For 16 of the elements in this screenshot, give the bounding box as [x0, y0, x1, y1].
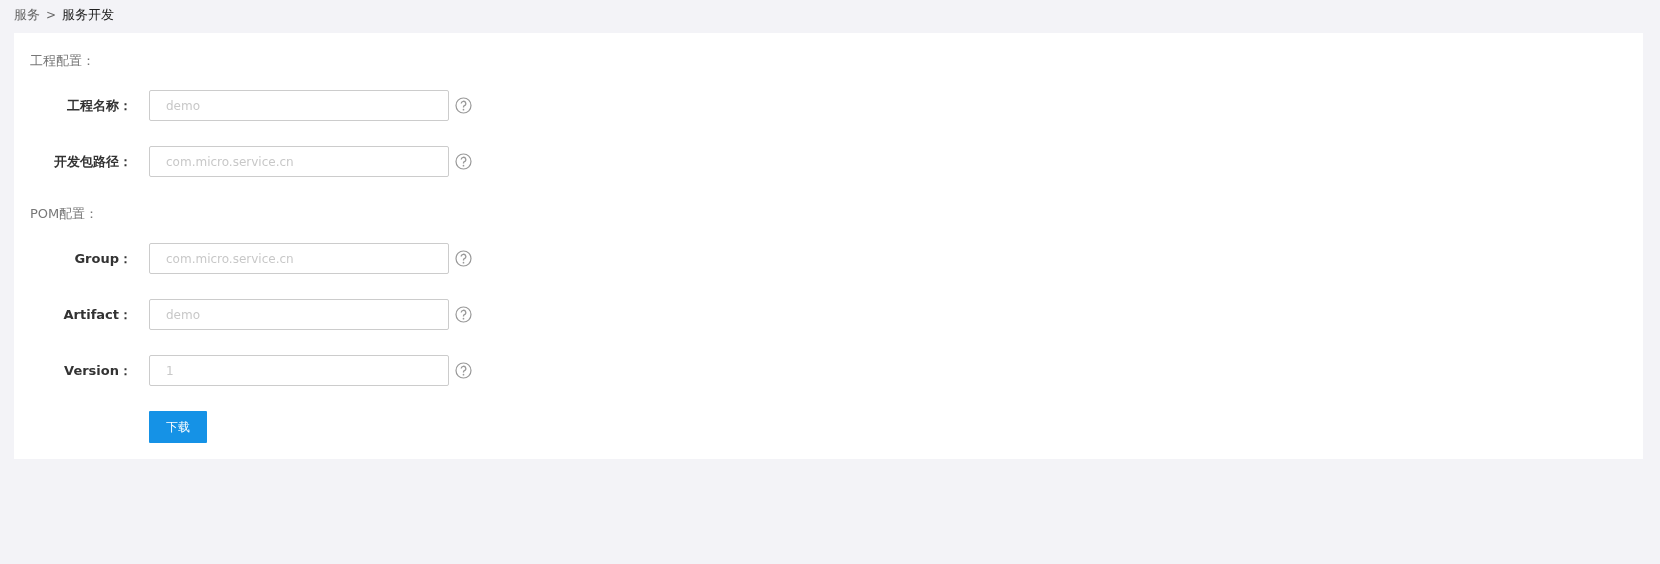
help-icon[interactable] — [455, 250, 472, 267]
help-icon[interactable] — [455, 153, 472, 170]
breadcrumb-separator: > — [46, 8, 57, 22]
help-icon[interactable] — [455, 306, 472, 323]
field-label: 工程名称： — [66, 96, 132, 115]
breadcrumb-current: 服务开发 — [62, 6, 115, 24]
breadcrumb-link[interactable]: 服务 — [14, 6, 40, 24]
help-icon[interactable] — [455, 97, 472, 114]
section-title: POM配置： — [29, 206, 100, 222]
field-label: 开发包路径： — [53, 152, 132, 171]
download-button[interactable]: 下载 — [149, 411, 207, 443]
field-label: Artifact： — [62, 305, 132, 324]
section-title: 工程配置： — [29, 53, 96, 69]
field-label: Group： — [73, 249, 132, 268]
help-icon[interactable] — [455, 362, 472, 379]
field-label: Version： — [63, 361, 132, 380]
